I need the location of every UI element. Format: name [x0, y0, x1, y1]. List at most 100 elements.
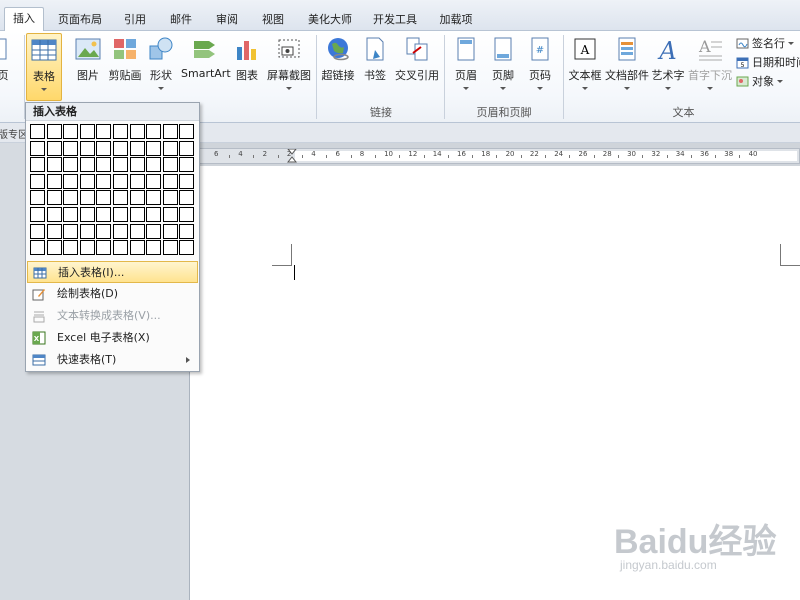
table-grid-cell[interactable] [63, 173, 79, 189]
picture-button[interactable]: 图片 [72, 33, 104, 101]
shapes-button[interactable]: 形状 [146, 33, 176, 101]
quick-tables-menu-item[interactable]: 快速表格(T) [27, 349, 198, 371]
crossref-button[interactable]: 交叉引用 [394, 33, 440, 101]
table-grid-cell[interactable] [96, 124, 112, 139]
table-grid-cell[interactable] [129, 157, 145, 173]
table-grid-cell[interactable] [63, 157, 79, 173]
signature-line-button[interactable]: 签名行 [736, 34, 794, 52]
tab-developer[interactable]: 开发工具 [368, 10, 422, 31]
table-grid-cell[interactable] [46, 223, 62, 239]
table-grid-cell[interactable] [30, 157, 45, 173]
draw-table-menu-item[interactable]: 绘制表格(D) [27, 283, 198, 305]
horizontal-ruler[interactable]: 6 4 2 2 4 6 8 10 12 14 16 18 20 22 24 26 28 30 32 34 36 38 40 [189, 148, 800, 164]
tab-page-layout[interactable]: 页面布局 [55, 10, 105, 31]
clipart-button[interactable]: 剪贴画 [107, 33, 143, 101]
table-grid-cell[interactable] [96, 223, 112, 239]
table-grid-cell[interactable] [79, 140, 95, 156]
table-grid-cell[interactable] [113, 124, 128, 139]
table-grid-cell[interactable] [113, 207, 128, 222]
table-grid-cell[interactable] [30, 223, 45, 239]
table-grid-cell[interactable] [46, 173, 62, 189]
hyperlink-button[interactable]: 超链接 [320, 33, 356, 101]
table-grid-cell[interactable] [162, 190, 178, 206]
table-grid-cell[interactable] [79, 173, 95, 189]
table-grid-cell[interactable] [96, 173, 112, 189]
partial-button-left[interactable]: 页 [0, 33, 10, 101]
table-grid-cell[interactable] [46, 140, 62, 156]
table-grid-cell[interactable] [46, 207, 62, 222]
chart-button[interactable]: 图表 [233, 33, 261, 101]
table-grid-cell[interactable] [96, 240, 112, 256]
table-grid-cell[interactable] [129, 223, 145, 239]
table-grid-cell[interactable] [129, 207, 145, 222]
dropcap-button[interactable]: A 首字下沉 [688, 33, 732, 101]
table-grid-cell[interactable] [129, 140, 145, 156]
tab-insert[interactable]: 插入 [4, 7, 44, 32]
table-grid-cell[interactable] [146, 124, 162, 139]
table-grid-cell[interactable] [79, 223, 95, 239]
table-grid-cell[interactable] [46, 157, 62, 173]
table-grid-cell[interactable] [79, 207, 95, 222]
table-grid-cell[interactable] [179, 140, 195, 156]
table-grid-cell[interactable] [63, 124, 79, 139]
table-grid-cell[interactable] [63, 190, 79, 206]
table-grid-cell[interactable] [96, 140, 112, 156]
insert-table-menu-item[interactable]: 插入表格(I)... [27, 261, 198, 283]
screenshot-button[interactable]: 屏幕截图 [265, 33, 313, 101]
table-grid-cell[interactable] [146, 140, 162, 156]
table-grid-cell[interactable] [113, 173, 128, 189]
bookmark-button[interactable]: 书签 [361, 33, 389, 101]
table-grid-cell[interactable] [179, 240, 195, 256]
datetime-button[interactable]: 5 日期和时间 [736, 53, 800, 71]
object-button[interactable]: 对象 [736, 72, 783, 90]
table-grid-cell[interactable] [96, 207, 112, 222]
table-grid-cell[interactable] [179, 190, 195, 206]
table-grid-cell[interactable] [96, 190, 112, 206]
table-grid-cell[interactable] [129, 124, 145, 139]
table-grid-cell[interactable] [179, 223, 195, 239]
table-grid-cell[interactable] [113, 190, 128, 206]
table-grid-cell[interactable] [162, 173, 178, 189]
table-grid-cell[interactable] [113, 157, 128, 173]
table-grid-cell[interactable] [129, 190, 145, 206]
wordart-button[interactable]: A 艺术字 [651, 33, 685, 101]
table-grid-cell[interactable] [63, 207, 79, 222]
table-grid-cell[interactable] [146, 157, 162, 173]
table-grid-cell[interactable] [79, 190, 95, 206]
table-grid-cell[interactable] [162, 124, 178, 139]
table-grid-cell[interactable] [129, 240, 145, 256]
table-grid-cell[interactable] [162, 240, 178, 256]
table-grid-cell[interactable] [179, 207, 195, 222]
tab-addins[interactable]: 加载项 [434, 10, 478, 31]
table-grid-cell[interactable] [146, 173, 162, 189]
table-grid-cell[interactable] [162, 223, 178, 239]
table-grid-cell[interactable] [179, 173, 195, 189]
table-grid-cell[interactable] [46, 190, 62, 206]
table-grid-cell[interactable] [30, 190, 45, 206]
tab-beautify-master[interactable]: 美化大师 [302, 10, 358, 31]
table-grid-cell[interactable] [179, 124, 195, 139]
header-button[interactable]: 页眉 [450, 33, 482, 101]
table-grid-cell[interactable] [162, 140, 178, 156]
table-grid-cell[interactable] [46, 240, 62, 256]
table-grid-cell[interactable] [63, 240, 79, 256]
table-grid-cell[interactable] [146, 240, 162, 256]
page-number-button[interactable]: # 页码 [524, 33, 556, 101]
table-grid-cell[interactable] [63, 140, 79, 156]
table-grid-cell[interactable] [79, 240, 95, 256]
textbox-button[interactable]: A 文本框 [567, 33, 603, 101]
table-grid-cell[interactable] [179, 157, 195, 173]
table-grid-cell[interactable] [30, 240, 45, 256]
table-grid-cell[interactable] [146, 207, 162, 222]
table-grid-cell[interactable] [162, 157, 178, 173]
table-grid-cell[interactable] [113, 240, 128, 256]
table-grid-cell[interactable] [146, 190, 162, 206]
table-grid-cell[interactable] [79, 157, 95, 173]
tab-mailings[interactable]: 邮件 [164, 10, 198, 31]
excel-spreadsheet-menu-item[interactable]: X Excel 电子表格(X) [27, 327, 198, 349]
table-grid-cell[interactable] [30, 124, 45, 139]
table-grid-cell[interactable] [146, 223, 162, 239]
document-page[interactable]: Baidu经验 jingyan.baidu.com [189, 166, 800, 600]
table-button[interactable]: 表格 [26, 33, 62, 101]
table-grid-cell[interactable] [30, 173, 45, 189]
